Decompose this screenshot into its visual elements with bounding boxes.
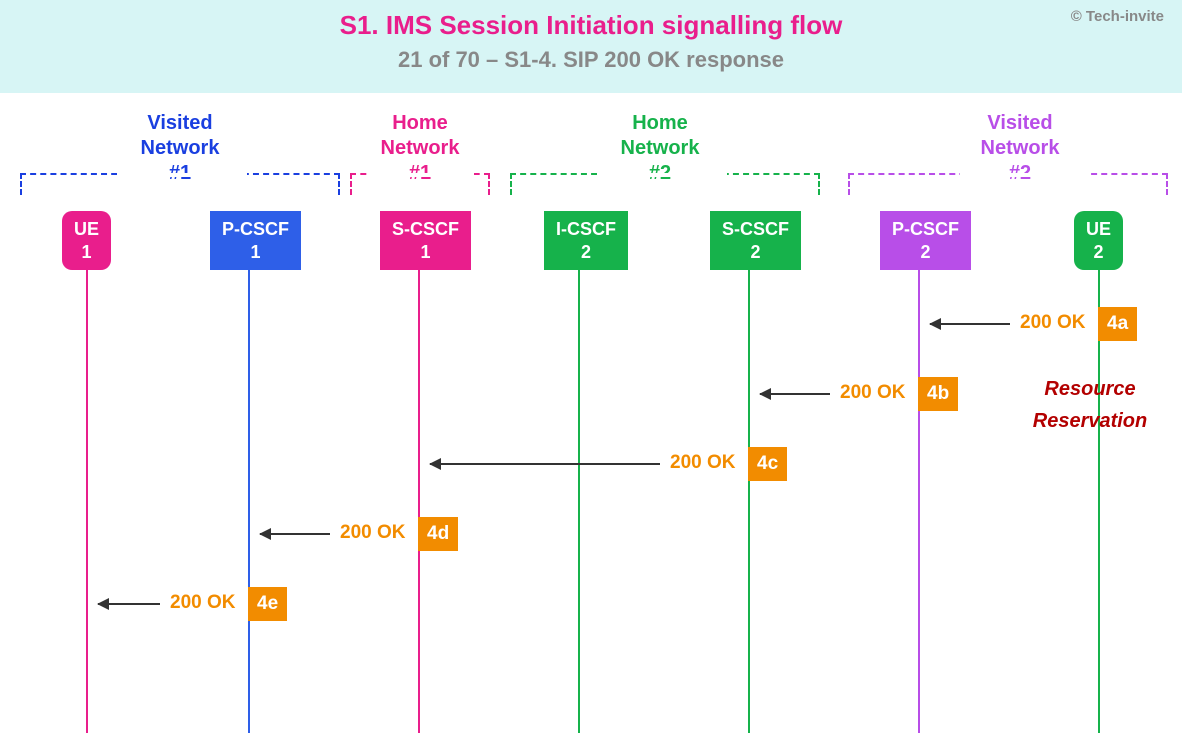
msg-4c-text: 200 OK (670, 452, 735, 474)
arrow-4d (260, 533, 330, 535)
msg-4d-text: 200 OK (340, 522, 405, 544)
lifeline-pcscf2 (918, 268, 920, 733)
node-scscf1: S-CSCF 1 (380, 211, 471, 270)
msg-4b-badge: 4b (918, 377, 958, 411)
bracket-visited2 (848, 173, 1168, 195)
lifeline-pcscf1 (248, 268, 250, 733)
node-pcscf2: P-CSCF 2 (880, 211, 971, 270)
bracket-home1 (350, 173, 490, 195)
bracket-visited1 (20, 173, 340, 195)
lifeline-scscf1 (418, 268, 420, 733)
node-ue2: UE 2 (1074, 211, 1123, 270)
msg-4b-text: 200 OK (840, 382, 905, 404)
lifeline-ue1 (86, 268, 88, 733)
msg-4a-text: 200 OK (1020, 312, 1085, 334)
msg-4e-badge: 4e (248, 587, 287, 621)
node-ue1: UE 1 (62, 211, 111, 270)
copyright-text: © Tech-invite (1071, 8, 1164, 25)
diagram-title: S1. IMS Session Initiation signalling fl… (0, 10, 1182, 41)
lifeline-icscf2 (578, 268, 580, 733)
node-pcscf1: P-CSCF 1 (210, 211, 301, 270)
arrow-4e (98, 603, 160, 605)
msg-4c-badge: 4c (748, 447, 787, 481)
arrow-4b (760, 393, 830, 395)
node-scscf2: S-CSCF 2 (710, 211, 801, 270)
annotation-resource-reservation: Resource Reservation (1010, 373, 1170, 437)
msg-4e-text: 200 OK (170, 592, 235, 614)
node-icscf2: I-CSCF 2 (544, 211, 628, 270)
lifeline-scscf2 (748, 268, 750, 733)
msg-4d-badge: 4d (418, 517, 458, 551)
bracket-home2 (510, 173, 820, 195)
arrow-4a (930, 323, 1010, 325)
sequence-diagram: Visited Network #1 Home Network #1 Home … (0, 93, 1182, 733)
header: © Tech-invite S1. IMS Session Initiation… (0, 0, 1182, 93)
arrow-4c (430, 463, 660, 465)
msg-4a-badge: 4a (1098, 307, 1137, 341)
diagram-subtitle: 21 of 70 – S1-4. SIP 200 OK response (0, 47, 1182, 73)
